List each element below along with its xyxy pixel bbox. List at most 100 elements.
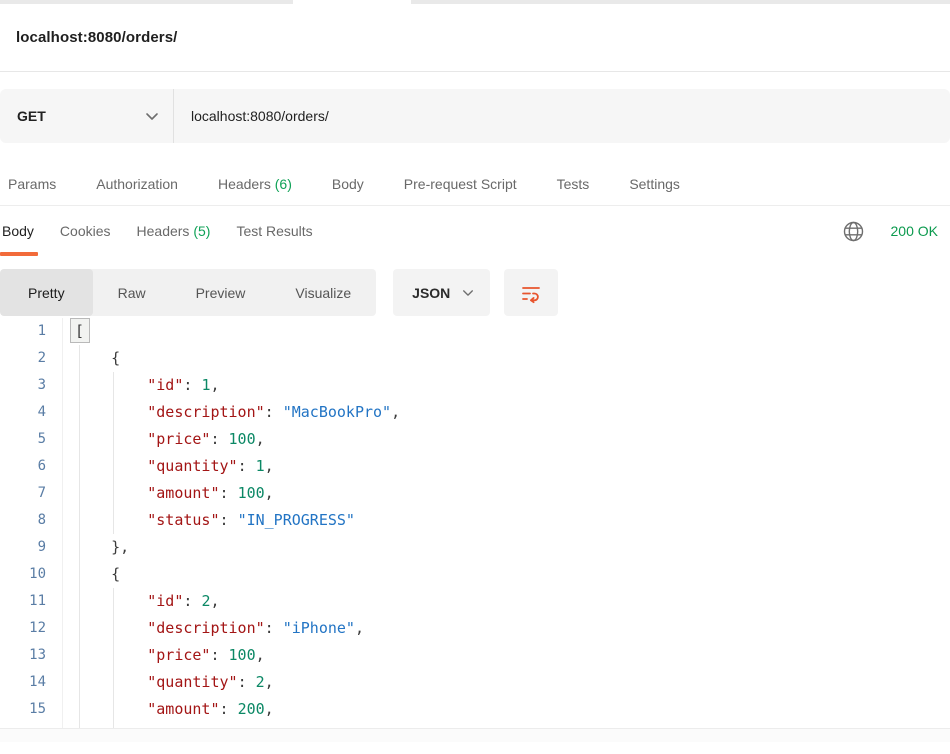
code-text[interactable]: "status": "IN_PROGRESS" (75, 507, 950, 534)
request-tab-tests[interactable]: Tests (557, 176, 590, 192)
response-tabs: Body Cookies Headers (5) Test Results (2, 206, 313, 256)
url-row: GET localhost:8080/orders/ (0, 72, 950, 162)
wrap-lines-button[interactable] (504, 269, 558, 316)
request-tab-params[interactable]: Params (8, 176, 56, 192)
line-number: 12 (0, 615, 62, 642)
code-line: 5 "price": 100, (0, 426, 950, 453)
tab-label: Headers (137, 223, 190, 239)
viewer-controls: PrettyRawPreviewVisualize JSON (0, 256, 950, 318)
response-body-editor[interactable]: 1[2 {3 "id": 1,4 "description": "MacBook… (0, 318, 950, 728)
line-number: 2 (0, 345, 62, 372)
code-text[interactable]: "quantity": 2, (75, 669, 950, 696)
status-badge[interactable]: 200 OK (891, 223, 938, 239)
line-number: 10 (0, 561, 62, 588)
method-selector[interactable]: GET (0, 89, 173, 143)
code-line: 6 "quantity": 1, (0, 453, 950, 480)
code-line: 11 "id": 2, (0, 588, 950, 615)
code-text[interactable]: { (75, 561, 950, 588)
view-mode-segmented-control: PrettyRawPreviewVisualize (0, 269, 376, 316)
url-bar: GET localhost:8080/orders/ (0, 89, 950, 143)
code-line: 1[ (0, 318, 950, 345)
code-line: 3 "id": 1, (0, 372, 950, 399)
line-number: 15 (0, 696, 62, 723)
code-line: 7 "amount": 100, (0, 480, 950, 507)
tab-label: Cookies (60, 223, 111, 239)
code-text[interactable]: "id": 1, (75, 372, 950, 399)
tab-label: Authorization (96, 176, 178, 192)
code-text[interactable]: "description": "iPhone", (75, 615, 950, 642)
code-text[interactable]: }, (75, 534, 950, 561)
code-text[interactable]: "amount": 200, (75, 696, 950, 723)
code-line: 9 }, (0, 534, 950, 561)
globe-icon[interactable] (842, 220, 865, 243)
editor-bottom-strip (0, 728, 950, 742)
code-text[interactable]: { (75, 345, 950, 372)
method-label: GET (17, 108, 145, 124)
line-number: 11 (0, 588, 62, 615)
format-label: JSON (412, 285, 450, 301)
request-tab-authorization[interactable]: Authorization (96, 176, 178, 192)
tab-label: Pre-request Script (404, 176, 517, 192)
view-mode-raw[interactable]: Raw (93, 269, 171, 316)
view-mode-visualize[interactable]: Visualize (270, 269, 376, 316)
tab-label: Body (2, 223, 34, 239)
tab-count-badge: (5) (189, 223, 210, 239)
code-line: 8 "status": "IN_PROGRESS" (0, 507, 950, 534)
request-tab-headers[interactable]: Headers (6) (218, 176, 292, 192)
code-text[interactable]: "price": 100, (75, 642, 950, 669)
response-tab-test-results[interactable]: Test Results (236, 206, 312, 256)
view-mode-preview[interactable]: Preview (171, 269, 271, 316)
code-text[interactable]: [ (75, 318, 950, 345)
line-number: 7 (0, 480, 62, 507)
code-text[interactable]: "description": "MacBookPro", (75, 399, 950, 426)
tab-label: Headers (218, 176, 271, 192)
code-line: 4 "description": "MacBookPro", (0, 399, 950, 426)
code-line: 2 { (0, 345, 950, 372)
inactive-tabs-right[interactable] (411, 0, 950, 4)
code-text[interactable]: "price": 100, (75, 426, 950, 453)
line-number: 6 (0, 453, 62, 480)
tab-label: Params (8, 176, 56, 192)
line-number: 1 (0, 318, 62, 345)
active-tab-underline (0, 252, 38, 256)
view-mode-pretty[interactable]: Pretty (0, 269, 93, 316)
chevron-down-icon (145, 112, 159, 121)
chevron-down-icon (462, 289, 474, 297)
wrap-lines-icon (520, 282, 542, 304)
code-text[interactable]: "id": 2, (75, 588, 950, 615)
tab-label: Settings (629, 176, 680, 192)
response-tab-body[interactable]: Body (2, 206, 34, 256)
format-dropdown[interactable]: JSON (393, 269, 490, 316)
response-tab-cookies[interactable]: Cookies (60, 206, 111, 256)
request-tab-body[interactable]: Body (332, 176, 364, 192)
request-title: localhost:8080/orders/ (16, 29, 177, 46)
response-meta: 200 OK (842, 220, 938, 243)
response-tab-headers[interactable]: Headers (5) (137, 206, 211, 256)
request-tabs: Params Authorization Headers (6) Body Pre-re… (0, 162, 950, 206)
code-line: 12 "description": "iPhone", (0, 615, 950, 642)
request-tab-pre-request-script[interactable]: Pre-request Script (404, 176, 517, 192)
line-number: 14 (0, 669, 62, 696)
code-line: 13 "price": 100, (0, 642, 950, 669)
tab-count-badge: (6) (271, 176, 292, 192)
line-number: 9 (0, 534, 62, 561)
request-title-bar: localhost:8080/orders/ (0, 4, 950, 72)
request-tab-settings[interactable]: Settings (629, 176, 680, 192)
code-line: 10 { (0, 561, 950, 588)
response-meta-row: Body Cookies Headers (5) Test Results 200 O… (0, 206, 950, 256)
tab-label: Tests (557, 176, 590, 192)
code-line: 15 "amount": 200, (0, 696, 950, 723)
window-tab-strip (0, 0, 950, 4)
line-number: 8 (0, 507, 62, 534)
line-number: 4 (0, 399, 62, 426)
code-line: 14 "quantity": 2, (0, 669, 950, 696)
inactive-tabs-left[interactable] (0, 0, 293, 4)
line-number: 3 (0, 372, 62, 399)
line-number: 5 (0, 426, 62, 453)
code-text[interactable]: "amount": 100, (75, 480, 950, 507)
tab-label: Body (332, 176, 364, 192)
tab-label: Test Results (236, 223, 312, 239)
code-text[interactable]: "quantity": 1, (75, 453, 950, 480)
line-number: 13 (0, 642, 62, 669)
url-input[interactable]: localhost:8080/orders/ (174, 89, 950, 143)
